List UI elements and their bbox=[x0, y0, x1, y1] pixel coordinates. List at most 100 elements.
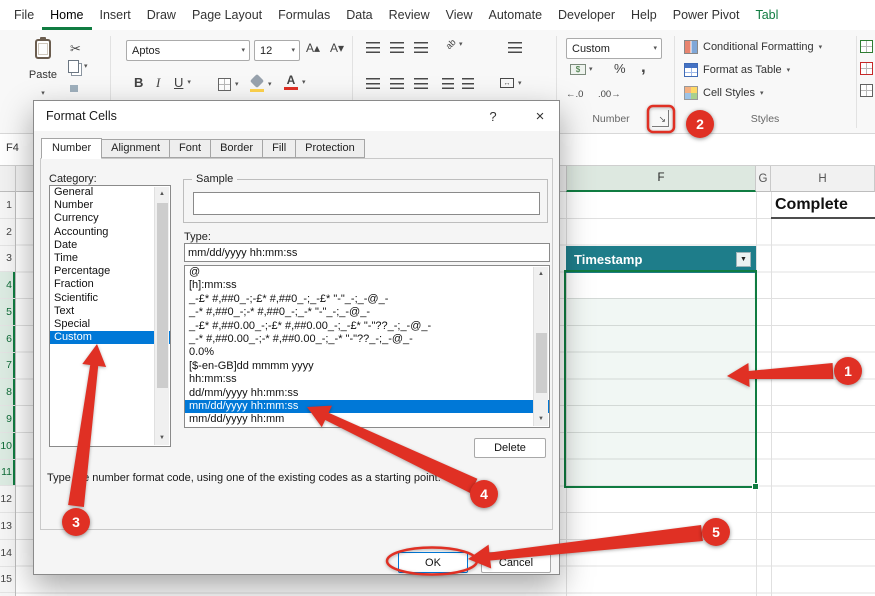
format-code-option-selected[interactable]: mm/dd/yyyy hh:mm:ss bbox=[185, 400, 549, 413]
comma-style-button[interactable]: , bbox=[641, 58, 646, 75]
conditional-formatting-button[interactable]: Conditional Formatting ▾ bbox=[684, 40, 822, 54]
tab-insert[interactable]: Insert bbox=[92, 0, 139, 30]
filter-dropdown-button[interactable]: ▼ bbox=[736, 252, 751, 267]
row-header-1[interactable]: 1 bbox=[0, 192, 15, 219]
tab-file[interactable]: File bbox=[6, 0, 42, 30]
format-code-option[interactable]: [$-en-GB]dd mmmm yyyy bbox=[185, 360, 549, 373]
tab-table-design[interactable]: Tabl bbox=[747, 0, 786, 30]
merge-center-button[interactable]: ↔ ▾ bbox=[500, 78, 522, 88]
format-code-option[interactable]: @ bbox=[185, 266, 549, 279]
font-name-combo[interactable]: Aptos ▾ bbox=[126, 40, 250, 61]
decrease-indent-button[interactable] bbox=[442, 78, 454, 89]
ok-button[interactable]: OK bbox=[398, 552, 468, 573]
category-option[interactable]: Accounting bbox=[50, 226, 170, 239]
row-header-7[interactable]: 7 bbox=[0, 353, 15, 380]
format-code-scrollbar[interactable]: ▲ ▼ bbox=[533, 267, 548, 426]
dialog-help-button[interactable]: ? bbox=[482, 106, 504, 126]
format-code-option[interactable]: mm/dd/yyyy hh:mm bbox=[185, 413, 549, 426]
tab-developer[interactable]: Developer bbox=[550, 0, 623, 30]
format-code-option[interactable]: dd/mm/yyyy hh:mm:ss bbox=[185, 387, 549, 400]
type-input[interactable]: mm/dd/yyyy hh:mm:ss bbox=[184, 243, 550, 262]
number-format-combo[interactable]: Custom ▾ bbox=[566, 38, 662, 59]
align-left-button[interactable] bbox=[366, 78, 380, 89]
align-middle-button[interactable] bbox=[390, 42, 404, 53]
category-option[interactable]: Currency bbox=[50, 212, 170, 225]
align-center-button[interactable] bbox=[390, 78, 404, 89]
format-code-option[interactable]: 0.0% bbox=[185, 346, 549, 359]
dialog-tab-fill[interactable]: Fill bbox=[262, 139, 296, 158]
category-option-custom-selected[interactable]: Custom bbox=[50, 331, 170, 344]
tab-formulas[interactable]: Formulas bbox=[270, 0, 338, 30]
category-option[interactable]: Percentage bbox=[50, 265, 170, 278]
align-right-button[interactable] bbox=[414, 78, 428, 89]
row-header-6[interactable]: 6 bbox=[0, 326, 15, 353]
selected-range-F4-F11[interactable] bbox=[564, 270, 757, 488]
row-header-13[interactable]: 13 bbox=[0, 513, 15, 540]
percent-style-button[interactable]: % bbox=[614, 62, 626, 75]
cell-F3-table-header[interactable]: Timestamp ▼ bbox=[566, 246, 756, 273]
align-bottom-button[interactable] bbox=[414, 42, 428, 53]
category-option[interactable]: Number bbox=[50, 199, 170, 212]
tab-page-layout[interactable]: Page Layout bbox=[184, 0, 270, 30]
format-as-table-button[interactable]: Format as Table ▾ bbox=[684, 63, 790, 77]
scroll-up-icon[interactable]: ▲ bbox=[534, 267, 548, 281]
format-cells-button[interactable] bbox=[860, 84, 873, 97]
font-size-combo[interactable]: 12 ▾ bbox=[254, 40, 300, 61]
format-code-listbox[interactable]: @ [h]:mm:ss _-£* #,##0_-;-£* #,##0_-;_-£… bbox=[184, 265, 550, 428]
row-header-2[interactable]: 2 bbox=[0, 219, 15, 246]
dialog-close-button[interactable]: × bbox=[526, 104, 554, 128]
row-header-15[interactable]: 15 bbox=[0, 567, 15, 594]
dialog-tab-font[interactable]: Font bbox=[169, 139, 211, 158]
accounting-format-button[interactable]: $ ▾ bbox=[570, 64, 593, 75]
scroll-down-icon[interactable]: ▼ bbox=[155, 431, 169, 445]
format-code-option[interactable]: _-£* #,##0.00_-;-£* #,##0.00_-;_-£* "-"?… bbox=[185, 320, 549, 333]
category-scrollbar[interactable]: ▲ ▼ bbox=[154, 187, 169, 445]
format-code-option[interactable]: _-* #,##0.00_-;-* #,##0.00_-;_-* "-"??_-… bbox=[185, 333, 549, 346]
row-header-8[interactable]: 8 bbox=[0, 379, 15, 406]
row-header-9[interactable]: 9 bbox=[0, 406, 15, 433]
orientation-button[interactable]: ab ▾ bbox=[446, 40, 463, 49]
row-header-3[interactable]: 3 bbox=[0, 246, 15, 273]
tab-review[interactable]: Review bbox=[381, 0, 438, 30]
category-option[interactable]: Scientific bbox=[50, 292, 170, 305]
format-code-option[interactable]: _-£* #,##0_-;-£* #,##0_-;_-£* "-"_-;_-@_… bbox=[185, 293, 549, 306]
increase-font-size-button[interactable]: A▴ bbox=[306, 42, 320, 54]
bold-button[interactable]: B bbox=[134, 76, 143, 89]
format-code-option[interactable]: [h]:mm:ss bbox=[185, 279, 549, 292]
column-header-G[interactable]: G bbox=[756, 166, 771, 192]
scroll-down-icon[interactable]: ▼ bbox=[534, 412, 548, 426]
scrollbar-thumb[interactable] bbox=[536, 333, 547, 393]
category-option[interactable]: Time bbox=[50, 252, 170, 265]
tab-help[interactable]: Help bbox=[623, 0, 665, 30]
category-option[interactable]: Text bbox=[50, 305, 170, 318]
name-box[interactable]: F4 bbox=[6, 142, 19, 154]
dialog-tab-protection[interactable]: Protection bbox=[295, 139, 365, 158]
row-header-11[interactable]: 11 bbox=[0, 460, 15, 487]
scroll-up-icon[interactable]: ▲ bbox=[155, 187, 169, 201]
scrollbar-thumb[interactable] bbox=[157, 203, 168, 388]
category-option[interactable]: Special bbox=[50, 318, 170, 331]
tab-power-pivot[interactable]: Power Pivot bbox=[665, 0, 748, 30]
cell-styles-button[interactable]: Cell Styles ▾ bbox=[684, 86, 763, 100]
tab-draw[interactable]: Draw bbox=[139, 0, 184, 30]
format-code-option[interactable]: _-* #,##0_-;-* #,##0_-;_-* "-"_-;_-@_- bbox=[185, 306, 549, 319]
format-code-option[interactable]: hh:mm:ss bbox=[185, 373, 549, 386]
dialog-tab-number[interactable]: Number bbox=[41, 138, 102, 159]
column-header-H[interactable]: H bbox=[771, 166, 875, 192]
decrease-font-size-button[interactable]: A▾ bbox=[330, 42, 344, 54]
cell-H1-complete[interactable]: Complete bbox=[771, 192, 875, 219]
decrease-decimal-button[interactable]: .00→ bbox=[598, 90, 621, 100]
dialog-tab-border[interactable]: Border bbox=[210, 139, 263, 158]
dialog-titlebar[interactable]: Format Cells bbox=[34, 101, 559, 131]
insert-cells-button[interactable] bbox=[860, 40, 873, 53]
active-cell-F4[interactable] bbox=[567, 273, 754, 298]
align-top-button[interactable] bbox=[366, 42, 380, 53]
row-header-4[interactable]: 4 bbox=[0, 272, 15, 299]
category-listbox[interactable]: General Number Currency Accounting Date … bbox=[49, 185, 171, 447]
font-color-button[interactable]: A ▾ bbox=[284, 74, 306, 90]
category-option[interactable]: General bbox=[50, 186, 170, 199]
category-option[interactable]: Fraction bbox=[50, 278, 170, 291]
borders-button[interactable]: ▾ bbox=[218, 78, 239, 91]
dialog-tab-alignment[interactable]: Alignment bbox=[101, 139, 170, 158]
row-header-12[interactable]: 12 bbox=[0, 486, 15, 513]
